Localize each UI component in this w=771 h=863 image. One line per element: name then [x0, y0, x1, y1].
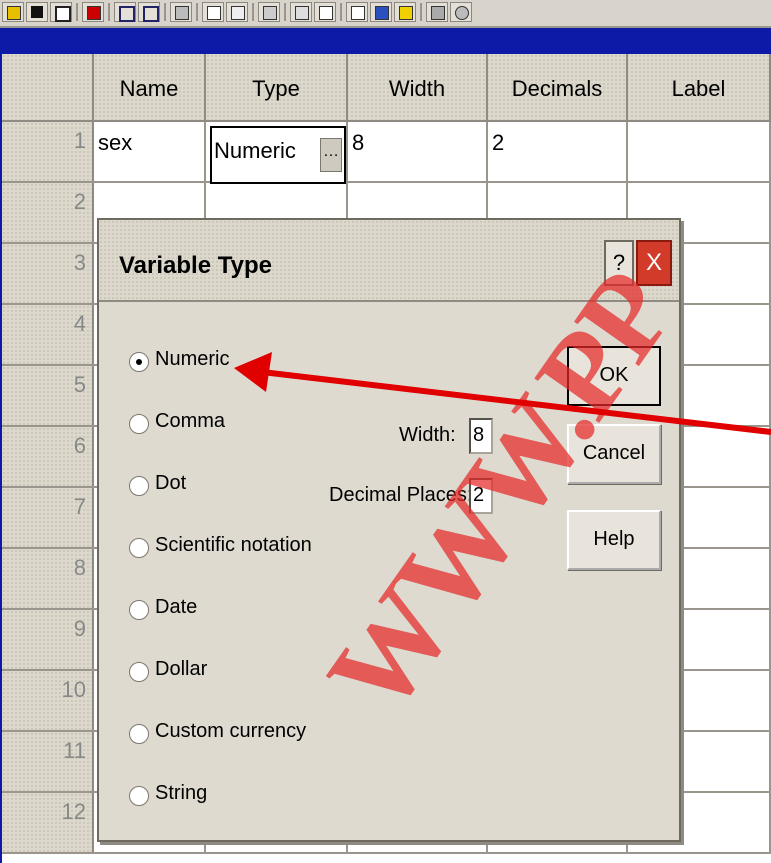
- arrow-line: [261, 369, 771, 435]
- annotation-arrow: [234, 352, 771, 435]
- arrow-head: [234, 352, 272, 392]
